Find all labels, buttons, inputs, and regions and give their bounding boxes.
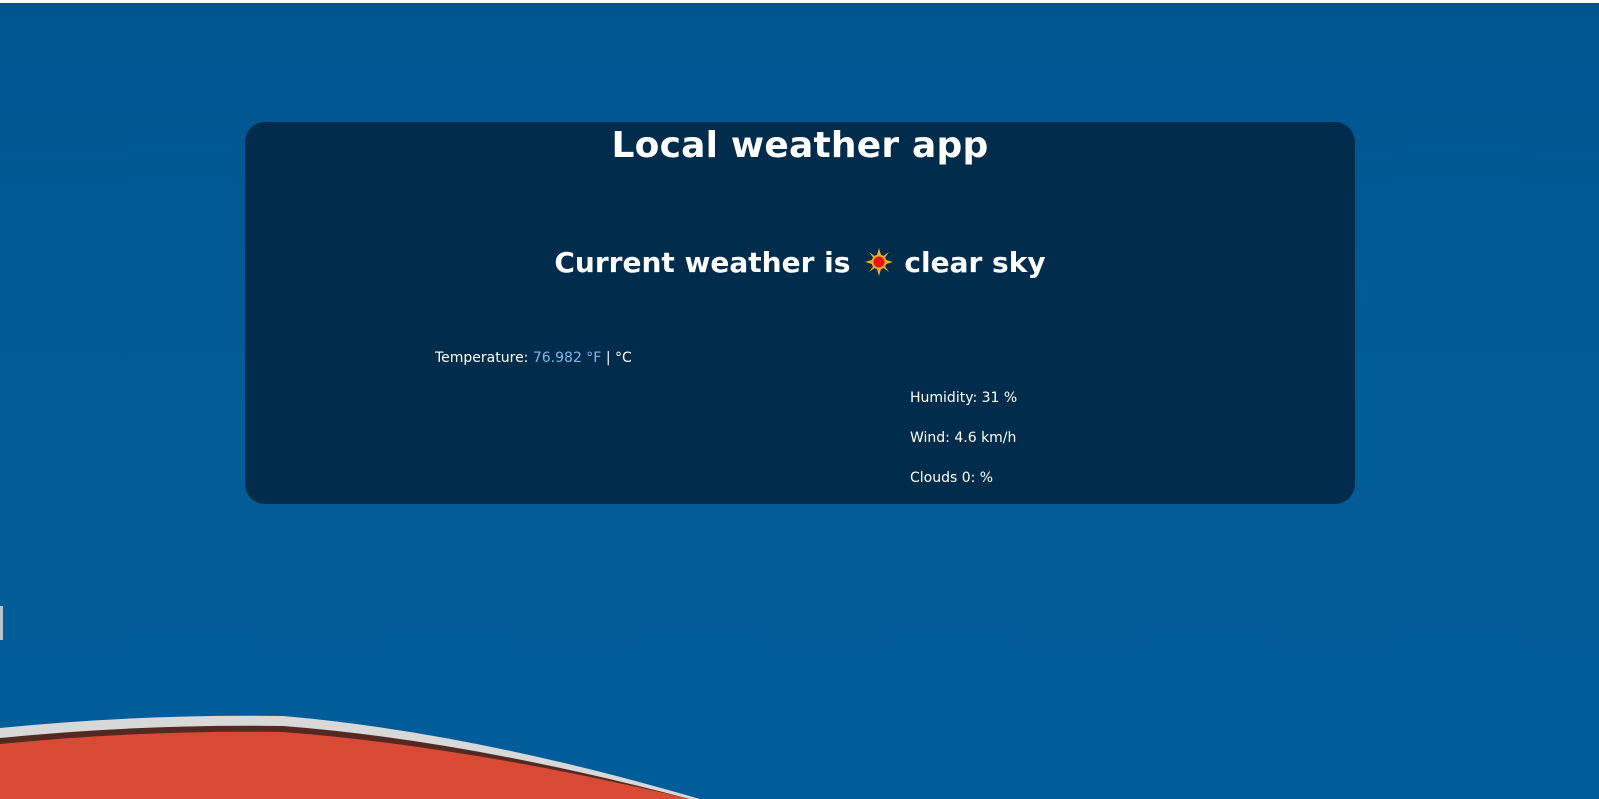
- weather-card: Local weather app Current weather is cle…: [245, 122, 1355, 504]
- celsius-toggle[interactable]: °C: [615, 350, 632, 366]
- current-weather-description: clear sky: [904, 246, 1046, 279]
- temperature-label: Temperature:: [435, 350, 529, 366]
- unit-separator: |: [605, 350, 611, 366]
- humidity-text: Humidity: 31 %: [910, 390, 1018, 406]
- fahrenheit-toggle[interactable]: 76.982 °F: [533, 350, 602, 366]
- wind-text: Wind: 4.6 km/h: [910, 430, 1017, 446]
- app-title: Local weather app: [611, 125, 989, 166]
- temperature-row: Temperature: 76.982 °F | °C: [435, 348, 632, 368]
- sun-icon: [864, 247, 894, 277]
- current-weather-heading: Current weather is clear sky: [245, 246, 1355, 280]
- left-edge-marker: [0, 606, 3, 640]
- current-weather-prefix: Current weather is: [554, 246, 851, 279]
- weather-stats: Humidity: 31 % Wind: 4.6 km/h Clouds 0: …: [910, 388, 1017, 508]
- clouds-text: Clouds 0: %: [910, 470, 994, 486]
